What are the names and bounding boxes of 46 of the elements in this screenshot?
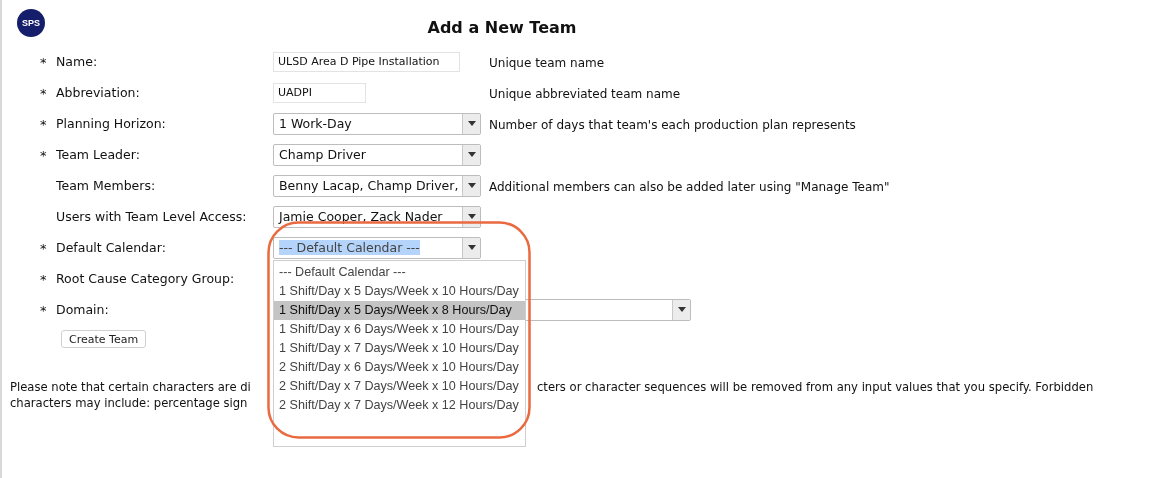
dropdown-option[interactable]: 2 Shift/Day x 7 Days/Week x 12 Hours/Day (274, 395, 525, 415)
required-marker: * (40, 86, 47, 101)
text-field[interactable]: ULSD Area D Pipe Installation (273, 51, 460, 72)
dropdown-option[interactable]: 1 Shift/Day x 5 Days/Week x 10 Hours/Day (274, 281, 525, 301)
dropdown-arrow-icon (467, 214, 476, 219)
field-label: Team Leader: (56, 147, 141, 162)
field-label: Abbreviation: (56, 85, 141, 100)
field-label: Domain: (56, 302, 110, 317)
note-text: Please note that certain characters are di (10, 380, 252, 394)
dropdown-arrow-icon (467, 121, 476, 126)
select-field[interactable]: 1 Work-Day (273, 112, 481, 135)
required-marker: * (40, 303, 47, 318)
field-label: Users with Team Level Access: (56, 209, 248, 224)
logo: SPS (17, 9, 45, 37)
field-label: Default Calendar: (56, 240, 167, 255)
required-marker: * (40, 55, 47, 70)
field-label: Root Cause Category Group: (56, 271, 236, 286)
required-marker: * (40, 117, 47, 132)
dropdown-option[interactable]: --- Default Calendar --- (274, 262, 525, 282)
dropdown-arrow-icon (467, 245, 476, 250)
required-marker: * (40, 241, 47, 256)
field-hint: Unique team name (489, 56, 605, 70)
dropdown-option[interactable]: 2 Shift/Day x 6 Days/Week x 10 Hours/Day (274, 357, 525, 377)
note-text: characters may include: percentage sign (10, 396, 249, 410)
field-label: Team Members: (56, 178, 157, 193)
dropdown-arrow-icon (467, 152, 476, 157)
field-hint: Unique abbreviated team name (489, 87, 681, 101)
required-marker: * (40, 148, 47, 163)
select-field[interactable]: --- Default Calendar --- (273, 236, 481, 259)
dropdown-option[interactable]: 2 Shift/Day x 7 Days/Week x 10 Hours/Day (274, 376, 525, 396)
field-hint: Number of days that team's each production plan represents (489, 118, 856, 132)
create-team-button[interactable]: Create Team (61, 330, 147, 348)
page-title: Add a New Team (426, 16, 578, 37)
dropdown-option[interactable]: 1 Shift/Day x 7 Days/Week x 10 Hours/Day (274, 338, 525, 358)
select-field[interactable]: Champ Driver (273, 143, 481, 166)
select-field[interactable]: Benny Lacap, Champ Driver, (273, 174, 481, 197)
required-marker: * (40, 272, 47, 287)
note-text: cters or character sequences will be removed from any input values that you specify. Forbidden (537, 380, 1095, 394)
field-label: Planning Horizon: (56, 116, 167, 131)
text-field[interactable]: UADPI (273, 82, 366, 103)
dropdown-option[interactable]: 1 Shift/Day x 5 Days/Week x 8 Hours/Day (274, 300, 525, 320)
dropdown-option[interactable]: 1 Shift/Day x 6 Days/Week x 10 Hours/Day (274, 319, 525, 339)
field-label: Name: (56, 54, 99, 69)
field-hint: Additional members can also be added later using "Manage Team" (489, 180, 890, 194)
dropdown-arrow-icon (677, 307, 686, 312)
dropdown-arrow-icon (467, 183, 476, 188)
